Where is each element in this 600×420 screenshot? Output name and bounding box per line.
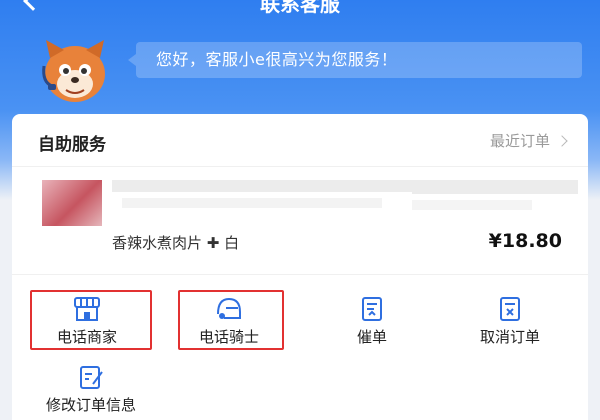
recent-orders-link[interactable]: 最近订单 [489,130,568,151]
annotation-highlight-box [30,290,152,350]
chevron-right-icon [556,134,568,147]
divider [12,166,588,167]
top-bar: 联系客服 [0,0,600,16]
edit-order-button[interactable]: 修改订单信息 [26,364,156,415]
self-service-card: 自助服务 最近订单 香辣水煮肉片 ✚ 白 ¥18.80 电话商家 电话骑士 催单… [12,114,588,420]
cancel-order-icon [500,297,520,321]
greeting-bubble: 您好，客服小e很高兴为您服务！ [128,42,582,78]
annotation-highlight-box [178,290,284,350]
blurred-text [122,198,382,208]
section-title: 自助服务 [38,135,106,155]
avatar [42,40,105,102]
page-title: 联系客服 [260,0,340,16]
urge-order-button[interactable]: 催单 [317,296,427,347]
action-label: 修改订单信息 [45,396,136,414]
blurred-text [412,200,532,210]
action-label: 催单 [356,328,387,346]
order-price: ¥18.80 [488,230,562,252]
recent-orders-label: 最近订单 [489,132,550,150]
cancel-order-button[interactable]: 取消订单 [455,296,565,347]
action-label: 取消订单 [479,328,540,346]
divider [12,274,588,275]
order-thumbnail [42,180,102,226]
urge-order-icon [362,297,382,321]
blurred-text [112,180,432,192]
edit-order-icon [80,366,103,389]
order-item-name: 香辣水煮肉片 ✚ 白 [112,234,240,252]
blurred-text [412,180,578,194]
